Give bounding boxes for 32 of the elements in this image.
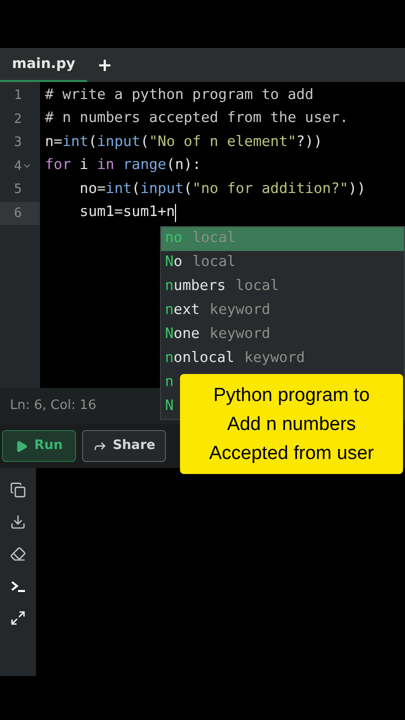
code-line: n=int(input("No of n element"?)) xyxy=(45,132,322,152)
suggestion-item[interactable]: nonlocal keyword xyxy=(161,347,404,371)
text-cursor xyxy=(174,204,176,222)
caption-text: Accepted from user xyxy=(209,442,374,466)
line-number: 4 xyxy=(13,158,22,176)
cursor-position: Ln: 6, Col: 16 xyxy=(10,397,96,416)
run-button[interactable]: Run xyxy=(2,430,76,462)
suggestion-item[interactable]: None keyword xyxy=(161,323,404,347)
share-button[interactable]: Share xyxy=(82,430,166,462)
suggestion-item[interactable]: numbers local xyxy=(161,275,404,299)
line-number: 6 xyxy=(0,202,40,225)
code-line: # write a python program to add xyxy=(45,86,314,105)
play-icon xyxy=(15,440,28,452)
suggestion-item[interactable]: n xyxy=(161,371,179,395)
line-number: 3 xyxy=(13,134,23,152)
expand-icon[interactable] xyxy=(10,610,26,626)
download-icon[interactable] xyxy=(10,514,26,530)
add-tab-button[interactable]: + xyxy=(87,48,122,82)
line-number: 1 xyxy=(13,87,23,105)
suggestion-item[interactable]: next keyword xyxy=(161,299,404,323)
suggestion-item[interactable]: No local xyxy=(161,251,404,275)
copy-icon[interactable] xyxy=(10,482,26,498)
line-number: 5 xyxy=(13,181,23,199)
code-line: for i in range(n): xyxy=(45,156,201,176)
code-line: no=int(input("no for addition?")) xyxy=(78,180,366,199)
code-line: sum1=sum1+n xyxy=(78,203,175,222)
caption-text: Python program to xyxy=(213,384,370,408)
caption-text: Add n numbers xyxy=(227,412,356,436)
code-line: # n numbers accepted from the user. xyxy=(45,109,348,128)
eraser-icon[interactable] xyxy=(10,546,26,562)
line-number: 2 xyxy=(13,110,23,128)
suggestion-item[interactable]: N xyxy=(161,395,179,419)
